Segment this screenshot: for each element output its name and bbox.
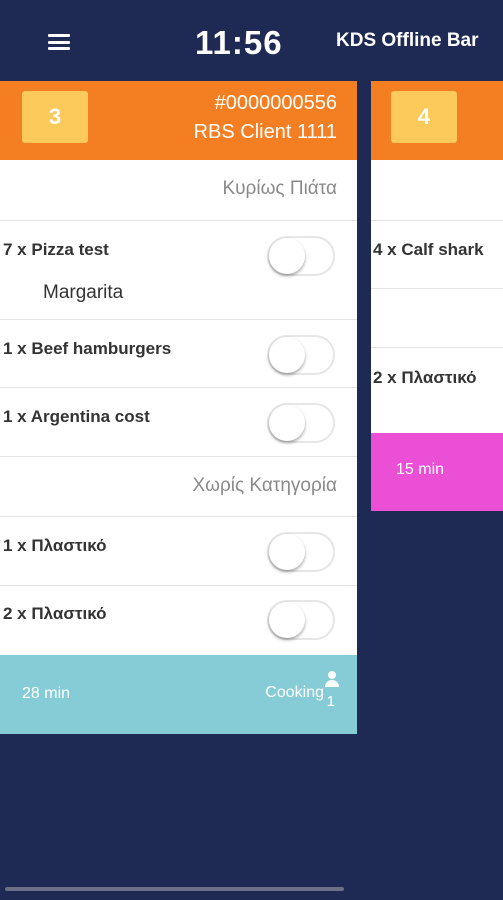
- status-label: Cooking: [265, 684, 324, 701]
- item-modifier: Margarita: [43, 282, 124, 303]
- hamburger-menu-icon[interactable]: [48, 34, 70, 50]
- divider: [0, 387, 357, 388]
- order-number: #0000000556: [214, 92, 337, 114]
- elapsed-timer: 28 min: [22, 685, 71, 702]
- order-item: 2 x Πλαστικό: [373, 368, 477, 387]
- user-icon: [325, 671, 339, 689]
- item-done-toggle[interactable]: [267, 236, 335, 276]
- ticket-footer[interactable]: 28 min Cooking 1: [0, 655, 357, 734]
- divider: [371, 288, 503, 289]
- clock: 11:56: [195, 24, 283, 61]
- ticket-number-badge: 3: [22, 91, 88, 143]
- item-done-toggle[interactable]: [267, 600, 335, 640]
- order-item: 1 x Πλαστικό: [3, 536, 107, 555]
- divider: [371, 347, 503, 348]
- divider: [0, 319, 357, 320]
- top-bar: 11:56 KDS Offline Bar: [0, 0, 503, 80]
- order-ticket[interactable]: 4 4 x Calf shark 2 x Πλαστικό 15 min: [371, 81, 503, 511]
- order-item: 2 x Πλαστικό: [3, 604, 107, 623]
- ticket-footer[interactable]: 15 min: [371, 433, 503, 511]
- item-done-toggle[interactable]: [267, 403, 335, 443]
- divider: [0, 220, 357, 221]
- order-ticket[interactable]: 3 #0000000556 RBS Client 1111 Κυρίως Πιά…: [0, 81, 357, 734]
- category-header: Κυρίως Πιάτα: [222, 178, 337, 199]
- order-item: 1 x Beef hamburgers: [3, 339, 172, 358]
- user-count: 1: [326, 693, 335, 710]
- app-title: KDS Offline Bar: [336, 30, 479, 51]
- item-done-toggle[interactable]: [267, 532, 335, 572]
- ticket-number-badge: 4: [391, 91, 457, 143]
- elapsed-timer: 15 min: [396, 461, 445, 478]
- divider: [0, 516, 357, 517]
- ticket-header[interactable]: 4: [371, 81, 503, 160]
- order-item: 7 x Pizza test: [3, 240, 109, 259]
- horizontal-scrollbar[interactable]: [5, 887, 344, 891]
- divider: [371, 220, 503, 221]
- divider: [0, 585, 357, 586]
- item-done-toggle[interactable]: [267, 335, 335, 375]
- client-name: RBS Client 1111: [193, 121, 337, 143]
- ticket-header[interactable]: 3 #0000000556 RBS Client 1111: [0, 81, 357, 160]
- divider: [0, 456, 357, 457]
- order-item: 1 x Argentina cost: [3, 407, 150, 426]
- category-header: Χωρίς Κατηγορία: [192, 475, 337, 496]
- order-item: 4 x Calf shark: [373, 240, 484, 259]
